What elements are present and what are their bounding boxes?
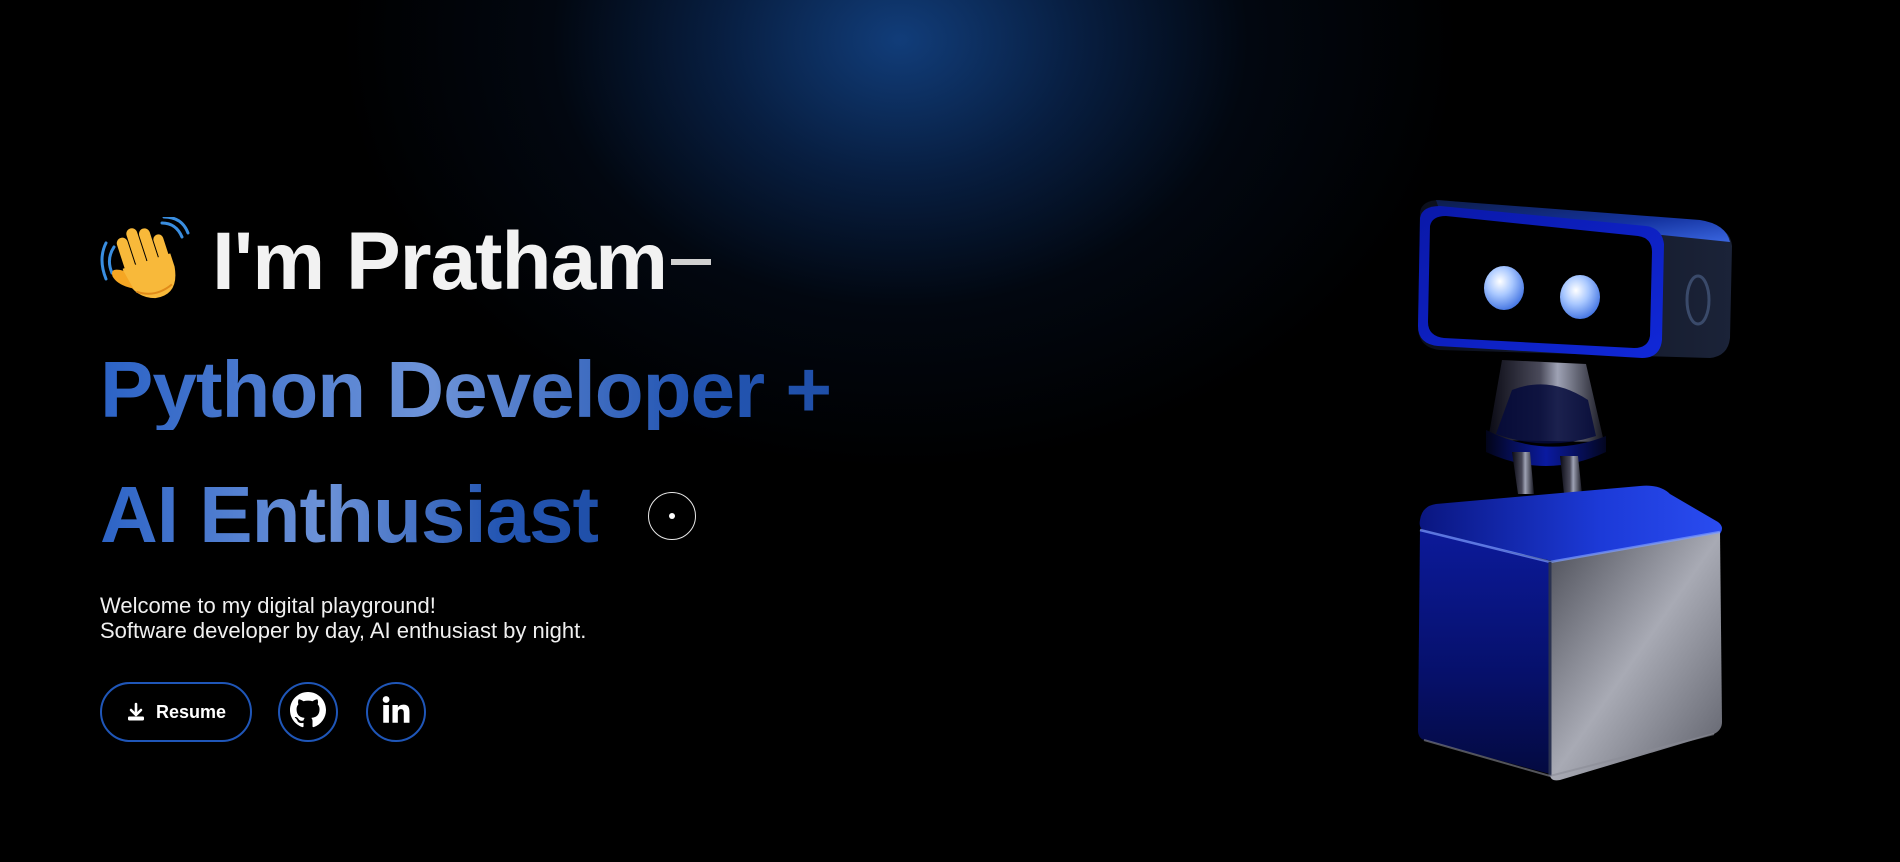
resume-label: Resume	[155, 701, 227, 722]
greeting-text: I'm Pratham	[212, 216, 668, 307]
linkedin-button[interactable]	[366, 682, 426, 742]
role-line-2: AI Enthusiast	[100, 470, 599, 559]
greeting: I'm Pratham	[100, 210, 1000, 314]
intro-line-1: Welcome to my digital playground!	[100, 593, 436, 618]
action-buttons: Resume	[100, 682, 454, 742]
role-line-1: Python Developer +	[100, 345, 832, 434]
robot-icon	[1418, 200, 1732, 781]
github-icon	[290, 691, 326, 733]
mouse-cursor-dot	[669, 513, 675, 519]
resume-button[interactable]: Resume	[100, 682, 252, 742]
hero-page: I'm Pratham Python Developer + AI Enthus…	[0, 0, 1900, 862]
linkedin-icon	[379, 693, 413, 732]
waving-hand-icon	[100, 215, 190, 307]
intro-line-2: Software developer by day, AI enthusiast…	[100, 618, 587, 643]
hero-section: I'm Pratham Python Developer + AI Enthus…	[100, 210, 1000, 742]
typing-cursor	[671, 259, 712, 265]
download-icon	[126, 702, 146, 722]
mouse-cursor-ring	[648, 492, 696, 540]
robot-illustration	[1400, 190, 1750, 790]
github-button[interactable]	[278, 682, 338, 742]
intro-text: Welcome to my digital playground! Softwa…	[100, 593, 586, 643]
